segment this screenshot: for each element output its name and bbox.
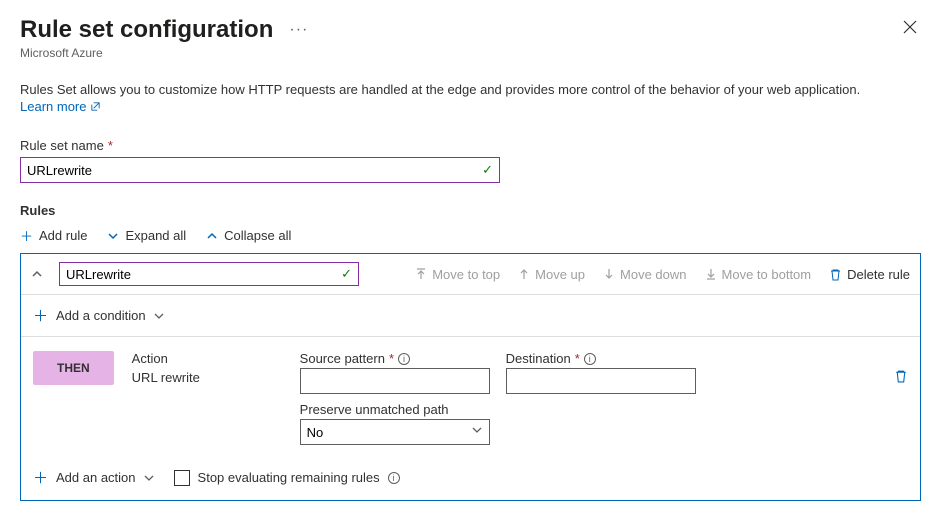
action-value: URL rewrite — [132, 370, 282, 385]
destination-label: Destination — [506, 351, 571, 366]
check-icon: ✓ — [482, 162, 493, 178]
collapse-all-button[interactable]: Collapse all — [206, 226, 291, 245]
collapse-rule-icon[interactable] — [31, 268, 43, 280]
info-icon[interactable]: i — [584, 353, 596, 365]
add-condition-button[interactable]: ＋ Add a condition — [33, 305, 164, 326]
arrow-bottom-icon — [705, 268, 717, 280]
move-to-bottom-label: Move to bottom — [722, 267, 812, 282]
source-pattern-label: Source pattern — [300, 351, 385, 366]
chevron-up-icon — [206, 230, 218, 242]
rule-card: ✓ Move to top Move up Move down Move to … — [20, 253, 921, 501]
stop-evaluating-label: Stop evaluating remaining rules — [198, 470, 380, 485]
destination-input[interactable] — [506, 368, 696, 394]
add-action-label: Add an action — [56, 470, 136, 485]
preserve-path-select[interactable]: No — [300, 419, 490, 445]
delete-rule-button[interactable]: Delete rule — [829, 267, 910, 282]
arrow-top-icon — [415, 268, 427, 280]
collapse-all-label: Collapse all — [224, 228, 291, 243]
chevron-down-icon — [107, 230, 119, 242]
move-down-label: Move down — [620, 267, 686, 282]
move-down-button[interactable]: Move down — [603, 267, 686, 282]
plus-icon: ＋ — [33, 467, 48, 488]
add-rule-label: Add rule — [39, 228, 87, 243]
page-title: Rule set configuration — [20, 16, 273, 44]
move-to-top-button[interactable]: Move to top — [415, 267, 500, 282]
arrow-up-icon — [518, 268, 530, 280]
chevron-down-icon — [144, 473, 154, 483]
expand-all-label: Expand all — [125, 228, 186, 243]
ruleset-name-label: Rule set name — [20, 138, 104, 153]
add-rule-button[interactable]: ＋ Add rule — [20, 226, 87, 245]
move-to-top-label: Move to top — [432, 267, 500, 282]
action-label: Action — [132, 351, 282, 366]
chevron-down-icon — [154, 311, 164, 321]
arrow-down-icon — [603, 268, 615, 280]
required-marker: * — [575, 351, 580, 366]
expand-all-button[interactable]: Expand all — [107, 226, 186, 245]
source-pattern-input[interactable] — [300, 368, 490, 394]
more-menu-icon[interactable]: ··· — [289, 21, 308, 39]
rules-section-label: Rules — [20, 203, 921, 218]
plus-icon: ＋ — [33, 305, 48, 326]
learn-more-label: Learn more — [20, 99, 86, 114]
move-up-label: Move up — [535, 267, 585, 282]
intro-description: Rules Set allows you to customize how HT… — [20, 82, 921, 97]
info-icon[interactable]: i — [398, 353, 410, 365]
trash-icon — [829, 268, 842, 281]
add-condition-label: Add a condition — [56, 308, 146, 323]
external-link-icon — [90, 101, 101, 112]
info-icon[interactable]: i — [388, 472, 400, 484]
preserve-label: Preserve unmatched path — [300, 402, 449, 417]
learn-more-link[interactable]: Learn more — [20, 99, 101, 114]
close-icon[interactable] — [899, 16, 921, 38]
trash-icon — [894, 369, 908, 383]
plus-icon: ＋ — [20, 226, 33, 245]
stop-evaluating-checkbox[interactable] — [174, 470, 190, 486]
check-icon: ✓ — [341, 266, 352, 282]
then-badge: THEN — [33, 351, 114, 385]
ruleset-name-input[interactable] — [27, 163, 482, 178]
delete-action-button[interactable] — [894, 351, 908, 383]
required-marker: * — [389, 351, 394, 366]
rule-name-input[interactable] — [66, 267, 341, 282]
delete-rule-label: Delete rule — [847, 267, 910, 282]
add-action-button[interactable]: ＋ Add an action — [33, 467, 154, 488]
page-subtitle: Microsoft Azure — [20, 46, 921, 60]
required-marker: * — [108, 138, 113, 153]
move-to-bottom-button[interactable]: Move to bottom — [705, 267, 812, 282]
move-up-button[interactable]: Move up — [518, 267, 585, 282]
